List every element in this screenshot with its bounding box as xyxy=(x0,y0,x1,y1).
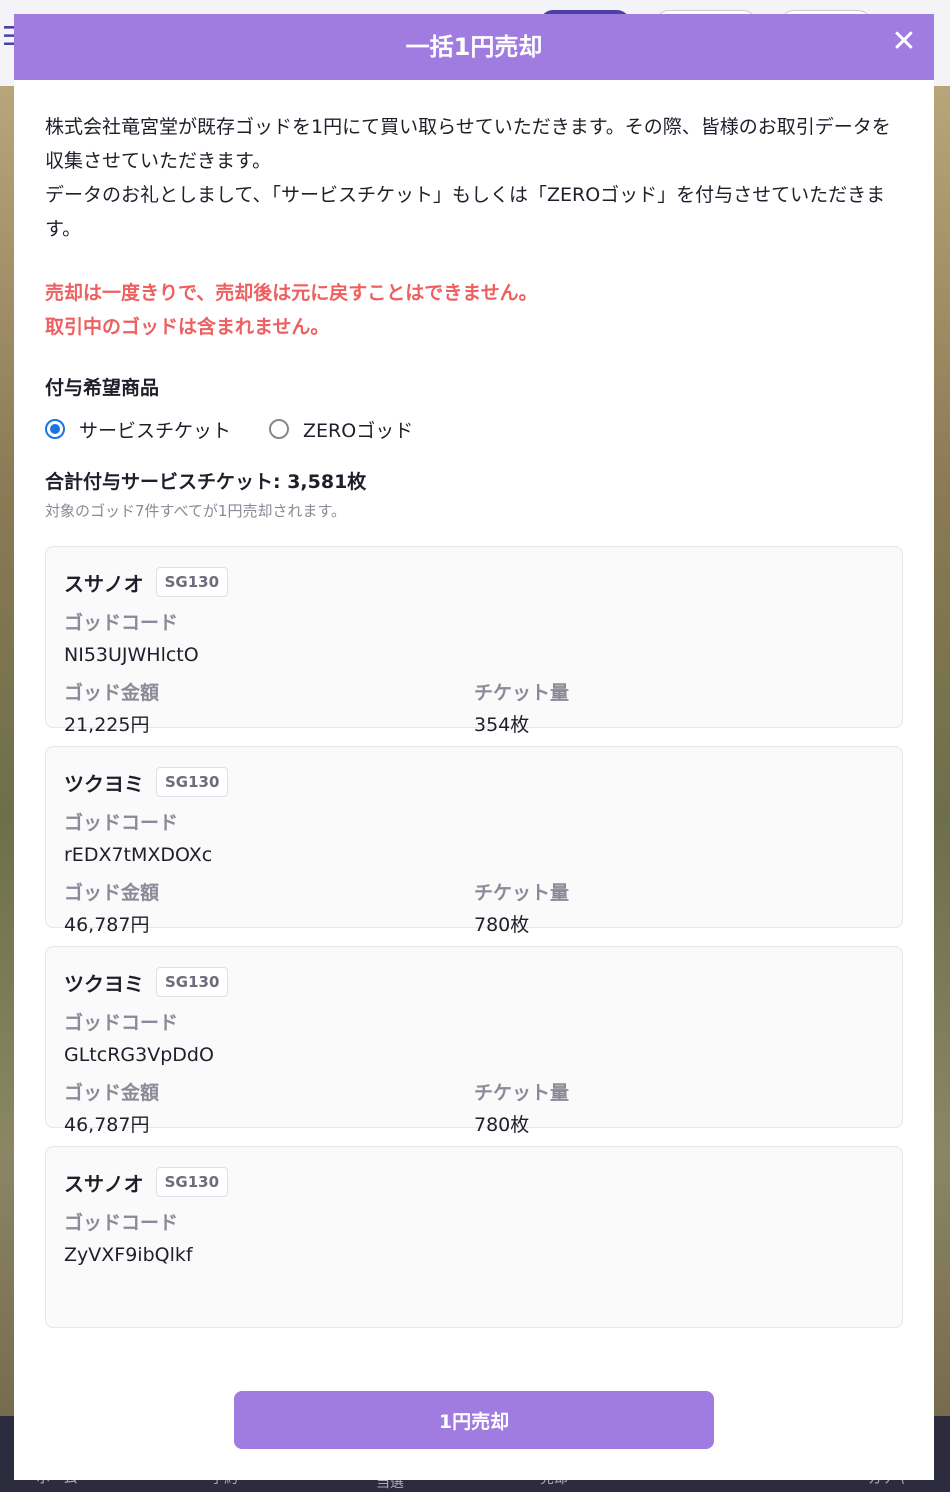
god-card-list: スサノオ SG130 ゴッドコード NI53UJWHlctO ゴッド金額 21,… xyxy=(45,546,903,1328)
god-grade-badge: SG130 xyxy=(155,1167,229,1197)
god-amount-value: 21,225円 xyxy=(64,714,150,736)
warning-text: 売却は一度きりで、売却後は元に戻すことはできません。 取引中のゴッドは含まれませ… xyxy=(45,276,903,344)
ticket-amount-value: 354枚 xyxy=(474,714,530,736)
god-name: ツクヨミ xyxy=(64,971,144,996)
radio-service-ticket-label: サービスチケット xyxy=(79,419,232,442)
ticket-amount-value: 780枚 xyxy=(474,914,530,936)
ticket-amount-label: チケット量 xyxy=(474,1082,570,1104)
god-name: スサノオ xyxy=(64,1171,144,1196)
god-grade-badge: SG130 xyxy=(156,967,229,997)
radio-zero-god[interactable]: ZEROゴッド xyxy=(269,416,413,443)
intro-text-1: 株式会社竜宮堂が既存ゴッドを1円にて買い取らせていただきます。その際、皆様のお取… xyxy=(45,116,891,172)
ticket-amount-label: チケット量 xyxy=(474,882,570,904)
modal-footer: 1円売却 xyxy=(14,1354,934,1480)
intro-text-2: データのお礼としまして、「サービスチケット」もしくは「ZEROゴッド」を付与させ… xyxy=(45,184,886,240)
god-grade-badge: SG130 xyxy=(156,767,229,797)
god-amount-label: ゴッド金額 xyxy=(64,1082,160,1104)
god-amount-value: 46,787円 xyxy=(64,914,150,936)
god-code-label: ゴッドコード xyxy=(64,612,179,634)
god-name: ツクヨミ xyxy=(64,771,144,796)
total-subtext: 対象のゴッド7件すべてが1円売却されます。 xyxy=(45,502,346,520)
god-code-value: NI53UJWHlctO xyxy=(64,644,199,666)
god-code-value: rEDX7tMXDOXc xyxy=(64,844,213,866)
bulk-sell-modal: 一括1円売却 ✕ 株式会社竜宮堂が既存ゴッドを1円にて買い取らせていただきます。… xyxy=(14,14,934,1480)
god-amount-value: 46,787円 xyxy=(64,1114,150,1136)
radio-checked-icon[interactable] xyxy=(45,419,65,439)
radio-service-ticket[interactable]: サービスチケット xyxy=(45,416,231,443)
total-tickets: 合計付与サービスチケット: 3,581枚 xyxy=(45,471,367,493)
modal-header: 一括1円売却 ✕ xyxy=(14,14,934,80)
god-code-label: ゴッドコード xyxy=(64,1212,179,1234)
reward-radio-group: サービスチケット ZEROゴッド xyxy=(45,414,903,444)
god-card: ツクヨミ SG130 ゴッドコード GLtcRG3VpDdO ゴッド金額 46,… xyxy=(45,946,903,1136)
god-name: スサノオ xyxy=(64,571,144,596)
god-code-value: ZyVXF9ibQlkf xyxy=(64,1244,193,1266)
sell-one-yen-button[interactable]: 1円売却 xyxy=(234,1391,714,1449)
warning-line-1: 売却は一度きりで、売却後は元に戻すことはできません。 xyxy=(45,282,538,304)
god-code-value: GLtcRG3VpDdO xyxy=(64,1044,214,1066)
ticket-amount-value: 780枚 xyxy=(474,1114,530,1136)
radio-unchecked-icon[interactable] xyxy=(269,419,290,439)
ticket-amount-label: チケット量 xyxy=(474,682,570,704)
modal-body[interactable]: 株式会社竜宮堂が既存ゴッドを1円にて買い取らせていただきます。その際、皆様のお取… xyxy=(14,80,934,1354)
radio-zero-god-label: ZEROゴッド xyxy=(303,419,414,442)
god-card: スサノオ SG130 ゴッドコード ZyVXF9ibQlkf xyxy=(45,1146,903,1328)
god-code-label: ゴッドコード xyxy=(64,812,179,834)
god-card: ツクヨミ SG130 ゴッドコード rEDX7tMXDOXc ゴッド金額 46,… xyxy=(45,746,903,936)
god-amount-label: ゴッド金額 xyxy=(64,882,160,904)
god-code-label: ゴッドコード xyxy=(64,1012,179,1034)
god-card: スサノオ SG130 ゴッドコード NI53UJWHlctO ゴッド金額 21,… xyxy=(45,546,903,736)
warning-line-2: 取引中のゴッドは含まれません。 xyxy=(45,316,330,338)
god-amount-label: ゴッド金額 xyxy=(64,682,160,704)
modal-title: 一括1円売却 xyxy=(405,33,543,61)
reward-section-title: 付与希望商品 xyxy=(45,377,160,399)
god-grade-badge: SG130 xyxy=(155,567,229,597)
close-icon[interactable]: ✕ xyxy=(888,26,920,58)
